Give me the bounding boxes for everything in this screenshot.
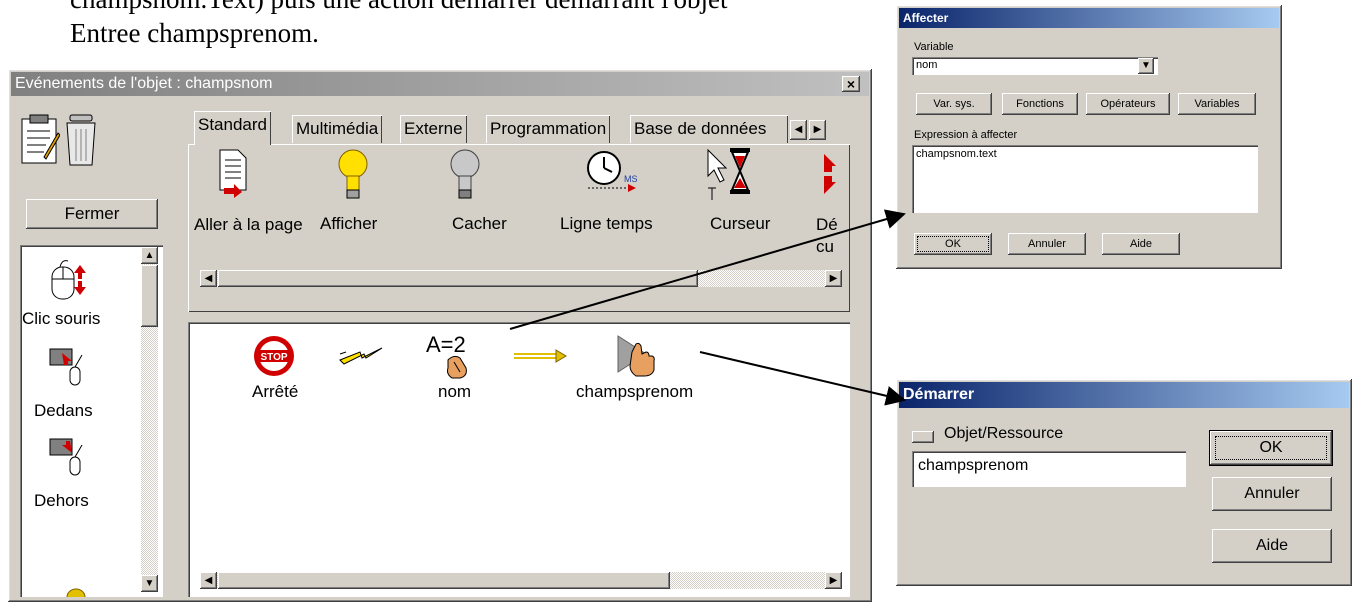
scroll-left-button[interactable]: ◀: [200, 270, 217, 287]
action-label: Cacher: [452, 214, 507, 233]
page-arrow-icon: [219, 149, 247, 198]
tab-programmation[interactable]: Programmation: [486, 115, 611, 143]
scroll-thumb[interactable]: [218, 270, 698, 287]
checkbox-label: Objet/Ressource: [944, 425, 1064, 442]
event-label: Clic souris: [22, 309, 101, 328]
sequence-label: champsprenom: [576, 382, 694, 401]
variable-label: Variable: [914, 41, 954, 53]
events-window-title: Evénements de l'objet : champsnom: [15, 75, 273, 92]
lightbulb-on-icon: [338, 149, 368, 199]
list-item[interactable]: Dehors: [20, 435, 140, 515]
partial-icon: [66, 588, 86, 597]
objet-ressource-checkbox[interactable]: [912, 431, 934, 443]
fermer-button[interactable]: Fermer: [26, 199, 158, 229]
scroll-left-button[interactable]: ◀: [200, 572, 217, 589]
list-item[interactable]: Dedans: [20, 345, 140, 425]
demarrer-dialog: Démarrer Objet/Ressource champsprenom OK…: [896, 379, 1352, 586]
fonctions-button[interactable]: Fonctions: [1002, 93, 1078, 115]
sequence-label: Arrêté: [252, 382, 299, 401]
clock-timeline-icon: MS: [587, 151, 638, 192]
scroll-up-button[interactable]: ▲: [141, 247, 158, 264]
palette-action[interactable]: Cacher: [420, 144, 520, 244]
cancel-button[interactable]: Annuler: [1212, 477, 1332, 511]
svg-text:MS: MS: [624, 174, 638, 184]
operateurs-button[interactable]: Opérateurs: [1086, 93, 1170, 115]
help-button[interactable]: Aide: [1212, 529, 1332, 563]
list-item[interactable]: Clic souris: [20, 259, 140, 339]
tab-multimedia[interactable]: Multimédia: [292, 115, 383, 143]
resource-input[interactable]: champsprenom: [912, 451, 1186, 487]
sequence-item[interactable]: A=2 nom: [424, 332, 504, 412]
events-window-titlebar: Evénements de l'objet : champsnom: [11, 72, 869, 96]
scroll-thumb[interactable]: [141, 265, 158, 327]
event-list[interactable]: Clic souris Dedans Dehors ▲ ▼: [20, 245, 163, 597]
arrow-right-icon: [514, 349, 567, 363]
affecter-dialog: Affecter Variable nom ▼ Var. sys. Foncti…: [896, 5, 1282, 269]
tab-scroll-left-button[interactable]: ◀: [790, 120, 807, 140]
palette-action[interactable]: Curseur: [694, 144, 794, 244]
sequence-item[interactable]: STOP Arrêté: [238, 334, 328, 414]
notepad-icon[interactable]: [20, 113, 60, 165]
trash-icon[interactable]: [64, 113, 98, 167]
scroll-thumb[interactable]: [218, 572, 670, 589]
mouse-click-icon: [51, 260, 86, 300]
affecter-titlebar: Affecter: [899, 8, 1279, 28]
events-window: Evénements de l'objet : champsnom × Ferm…: [8, 69, 872, 602]
lightbulb-off-icon: [450, 149, 480, 199]
action-palette: Aller à la page Afficher Cacher MS Ligne…: [188, 144, 850, 312]
scroll-right-button[interactable]: ▶: [825, 572, 842, 589]
expression-textarea[interactable]: champsnom.text: [912, 145, 1258, 213]
ok-button[interactable]: OK: [914, 233, 992, 255]
variables-button[interactable]: Variables: [1178, 93, 1256, 115]
tab-externe[interactable]: Externe: [400, 115, 467, 143]
action-label: Dé cu: [816, 215, 838, 256]
action-label: Afficher: [320, 214, 378, 233]
event-label: Dehors: [34, 491, 89, 510]
chevron-down-icon[interactable]: ▼: [1138, 58, 1154, 74]
palette-action[interactable]: Afficher: [308, 144, 408, 244]
cursor-hourglass-icon: [707, 148, 750, 200]
stop-sign-icon: STOP: [254, 336, 294, 376]
palette-action[interactable]: Aller à la page: [188, 144, 303, 268]
tab-scroll-right-button[interactable]: ▶: [809, 120, 826, 140]
action-label: Aller à la page: [194, 215, 303, 234]
palette-action[interactable]: Dé cu: [816, 144, 850, 268]
tab-standard[interactable]: Standard: [194, 111, 271, 145]
svg-text:STOP: STOP: [260, 352, 287, 363]
sequence-item[interactable]: champsprenom: [576, 330, 716, 410]
palette-action[interactable]: MS Ligne temps: [544, 144, 664, 244]
variable-dropdown[interactable]: nom ▼: [912, 57, 1158, 75]
action-label: Curseur: [710, 214, 771, 233]
action-label: Ligne temps: [560, 214, 653, 233]
mouse-in-icon: [49, 348, 83, 386]
document-line-1: champsnom.Text) puis une action démarrer…: [70, 0, 728, 15]
sequence-label: nom: [438, 382, 472, 401]
close-window-button[interactable]: ×: [842, 76, 860, 92]
cancel-button[interactable]: Annuler: [1008, 233, 1086, 255]
assign-icon: A=2: [426, 332, 467, 379]
document-line-2: Entree champsprenom.: [70, 18, 319, 48]
var-sys-button[interactable]: Var. sys.: [916, 93, 992, 115]
svg-text:A=2: A=2: [426, 332, 466, 357]
scroll-right-button[interactable]: ▶: [825, 270, 842, 287]
expression-label: Expression à affecter: [914, 129, 1018, 141]
mouse-out-icon: [49, 438, 83, 476]
event-label: Dedans: [34, 401, 93, 420]
affecter-title: Affecter: [903, 11, 949, 25]
demarrer-titlebar: Démarrer: [899, 382, 1349, 408]
close-icon: ×: [846, 76, 856, 92]
start-icon: [824, 154, 836, 194]
scroll-down-button[interactable]: ▼: [141, 575, 158, 592]
tab-base-de-donnees[interactable]: Base de données: [630, 115, 788, 143]
lightning-icon: [339, 347, 383, 365]
ok-button[interactable]: OK: [1210, 431, 1332, 465]
action-sequence-area[interactable]: STOP Arrêté A=2 nom champsprenom ◀ ▶: [188, 322, 850, 597]
start-hand-icon: [617, 335, 655, 377]
demarrer-title: Démarrer: [903, 386, 975, 403]
help-button[interactable]: Aide: [1102, 233, 1180, 255]
